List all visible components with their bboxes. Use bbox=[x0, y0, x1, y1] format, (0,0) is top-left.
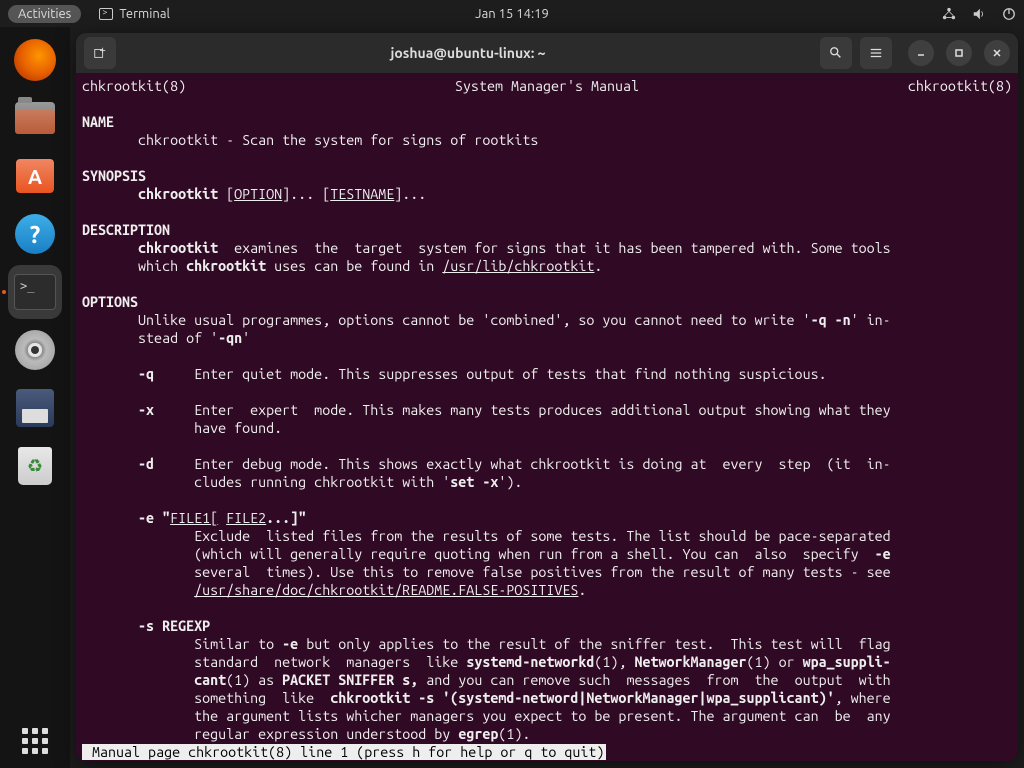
name-line: chkrootkit - Scan the system for signs o… bbox=[138, 132, 538, 148]
dock-save[interactable] bbox=[8, 381, 62, 435]
dock-disks[interactable] bbox=[8, 323, 62, 377]
man-header-left: chkrootkit(8) bbox=[82, 77, 186, 95]
dock-help[interactable]: ? bbox=[8, 207, 62, 261]
activities-button[interactable]: Activities bbox=[8, 5, 81, 23]
opt-d: -d bbox=[138, 456, 154, 472]
section-description: DESCRIPTION bbox=[82, 222, 170, 238]
help-icon: ? bbox=[15, 214, 55, 254]
section-synopsis: SYNOPSIS bbox=[82, 168, 146, 184]
firefox-icon bbox=[14, 39, 56, 81]
opt-e: -e " bbox=[138, 510, 170, 526]
volume-icon[interactable] bbox=[972, 7, 986, 21]
hamburger-icon bbox=[869, 46, 883, 60]
active-app-name: Terminal bbox=[119, 7, 170, 21]
window-title: joshua@ubuntu-linux: ~ bbox=[124, 45, 812, 61]
trash-icon bbox=[18, 447, 52, 485]
power-icon[interactable] bbox=[1002, 7, 1016, 21]
floppy-icon bbox=[16, 389, 54, 427]
opt-q: -q bbox=[138, 366, 154, 382]
search-icon bbox=[829, 46, 843, 60]
terminal-icon bbox=[14, 274, 56, 310]
network-icon[interactable] bbox=[942, 7, 956, 21]
opt-x: -x bbox=[138, 402, 154, 418]
search-button[interactable] bbox=[820, 37, 852, 69]
minimize-button[interactable] bbox=[908, 40, 934, 66]
dock-files[interactable] bbox=[8, 91, 62, 145]
top-panel: Activities Terminal Jan 15 14:19 bbox=[0, 0, 1024, 27]
system-tray bbox=[942, 7, 1016, 21]
section-name: NAME bbox=[82, 114, 114, 130]
dock-trash[interactable] bbox=[8, 439, 62, 493]
man-status-line: Manual page chkrootkit(8) line 1 (press … bbox=[82, 744, 606, 760]
syn-option: OPTION bbox=[234, 186, 282, 202]
dock-terminal[interactable] bbox=[8, 265, 62, 319]
dock-software[interactable] bbox=[8, 149, 62, 203]
active-app-indicator[interactable]: Terminal bbox=[99, 7, 170, 21]
syn-cmd: chkrootkit bbox=[138, 186, 218, 202]
apps-grid-icon bbox=[22, 728, 48, 754]
new-tab-button[interactable] bbox=[84, 37, 116, 69]
clock[interactable]: Jan 15 14:19 bbox=[475, 7, 549, 21]
show-applications[interactable] bbox=[8, 714, 62, 768]
close-button[interactable] bbox=[984, 40, 1010, 66]
dock: ? bbox=[0, 27, 70, 768]
terminal-content[interactable]: chkrootkit(8) System Manager's Manual chkr… bbox=[76, 73, 1018, 761]
terminal-window: joshua@ubuntu-linux: ~ chkrootkit(8) Syst… bbox=[76, 33, 1018, 761]
files-icon bbox=[15, 102, 55, 134]
man-header-right: chkrootkit(8) bbox=[908, 77, 1012, 95]
dock-firefox[interactable] bbox=[8, 33, 62, 87]
opt-s: -s REGEXP bbox=[138, 618, 210, 634]
software-icon bbox=[16, 159, 54, 193]
syn-testname: TESTNAME bbox=[330, 186, 394, 202]
terminal-small-icon bbox=[99, 8, 113, 20]
disc-icon bbox=[15, 330, 55, 370]
man-header-center: System Manager's Manual bbox=[455, 77, 639, 95]
section-options: OPTIONS bbox=[82, 294, 138, 310]
maximize-button[interactable] bbox=[946, 40, 972, 66]
menu-button[interactable] bbox=[860, 37, 892, 69]
titlebar: joshua@ubuntu-linux: ~ bbox=[76, 33, 1018, 73]
